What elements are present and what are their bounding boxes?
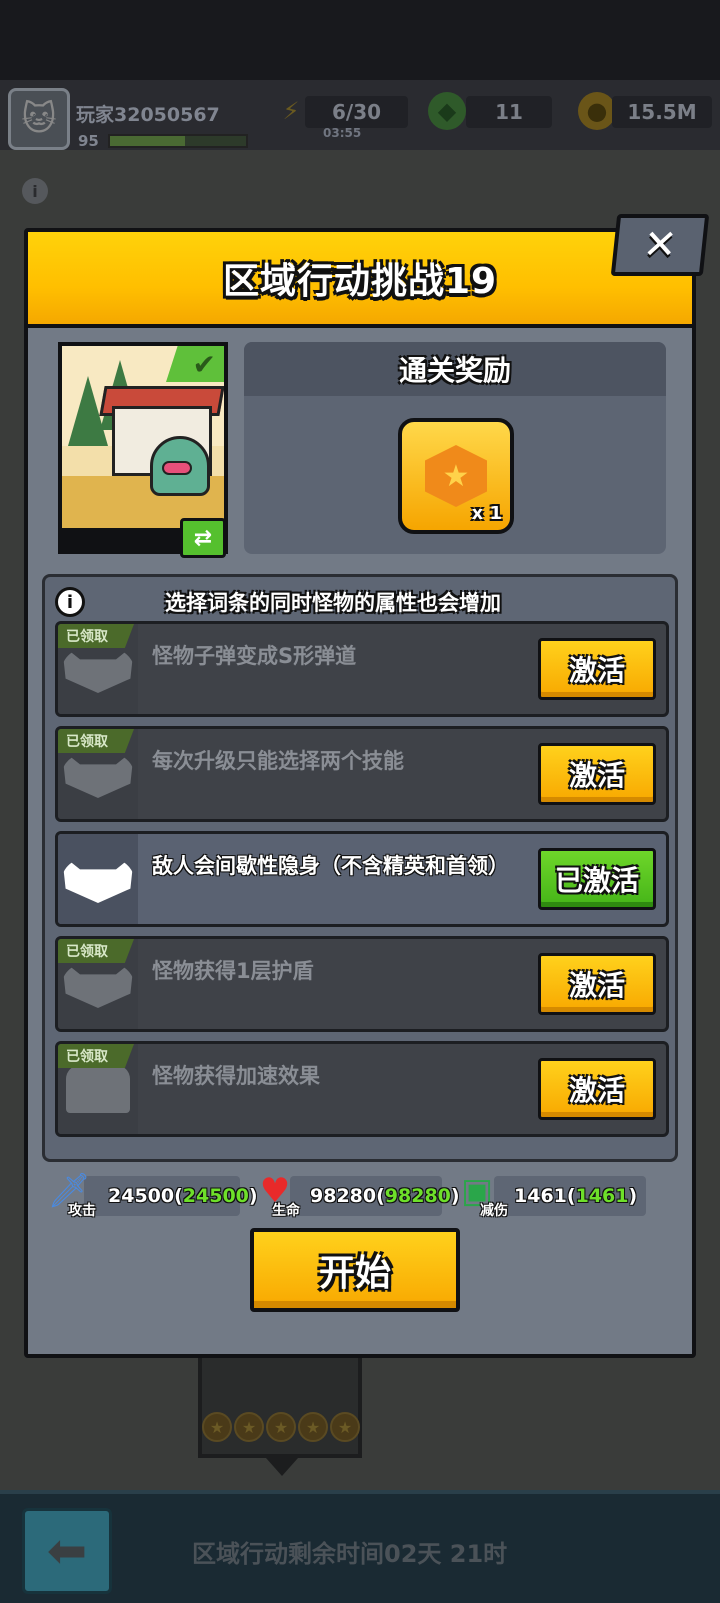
activate-button[interactable]: 激活: [538, 953, 656, 1015]
claimed-tag: 已领取: [58, 1044, 134, 1068]
player-level: 95: [78, 132, 99, 150]
modifier-text: 敌人会间歇性隐身（不含精英和首领）: [152, 854, 509, 878]
stage-pointer: [266, 1458, 298, 1476]
coin-counter: 15.5M: [612, 96, 712, 128]
close-button[interactable]: ✕: [610, 214, 710, 276]
gem-icon[interactable]: ◆: [428, 92, 466, 130]
star-icon: ★: [202, 1412, 232, 1442]
defense-value: 1461(: [514, 1185, 576, 1207]
activate-button[interactable]: 激活: [538, 638, 656, 700]
activate-button[interactable]: 激活: [538, 1058, 656, 1120]
reward-quantity: x 1: [471, 503, 502, 524]
modal-title: 区域行动挑战19: [222, 261, 498, 302]
modifier-text: 怪物获得加速效果: [152, 1064, 320, 1088]
stage-stars: ★ ★ ★ ★ ★: [202, 1412, 360, 1442]
hp-value: 98280(: [310, 1185, 385, 1207]
player-name: 玩家32050567: [76, 104, 220, 126]
star-icon: ★: [266, 1412, 296, 1442]
player-avatar[interactable]: 🐱: [8, 88, 70, 150]
defense-base: 1461: [575, 1185, 629, 1207]
attack-label: 攻击: [68, 1203, 96, 1219]
star-icon: ★: [298, 1412, 328, 1442]
xp-bar-fill: [110, 136, 185, 146]
modifiers-panel: i 选择词条的同时怪物的属性也会增加 已领取 怪物子弹变成S形弹道 激活 已领取…: [42, 574, 678, 1162]
hp-base: 98280: [384, 1185, 451, 1207]
activated-button[interactable]: 已激活: [538, 848, 656, 910]
mask-icon: [62, 750, 134, 798]
gem-counter: 11: [466, 96, 552, 128]
claimed-tag: 已领取: [58, 729, 134, 753]
reward-panel: 通关奖励 ★ x 1: [244, 342, 666, 554]
modifier-row: 已领取 怪物获得加速效果 激活: [55, 1041, 669, 1137]
coin-icon[interactable]: ●: [578, 92, 616, 130]
info-icon[interactable]: i: [55, 587, 85, 617]
defense-label: 减伤: [480, 1203, 508, 1219]
modifier-text: 怪物获得1层护盾: [152, 959, 314, 983]
energy-timer: 03:55: [323, 126, 362, 140]
arrow-left-icon: ⬅: [46, 1523, 88, 1579]
modifier-text: 怪物子弹变成S形弹道: [152, 644, 357, 668]
top-bar-bg: [0, 0, 720, 80]
mask-icon: [62, 960, 134, 1008]
xp-bar: [108, 134, 248, 148]
modal-header: 区域行动挑战19: [28, 232, 692, 328]
ghost-speed-icon: [66, 1065, 130, 1113]
star-icon: ★: [234, 1412, 264, 1442]
info-icon[interactable]: i: [22, 178, 48, 204]
star-badge-icon: ★: [425, 445, 487, 507]
activate-button[interactable]: 激活: [538, 743, 656, 805]
mask-icon: [62, 645, 134, 693]
modifier-text: 每次升级只能选择两个技能: [152, 749, 404, 773]
hp-stat: 98280(98280): [290, 1176, 460, 1216]
modifier-row: 已领取 每次升级只能选择两个技能 激活: [55, 726, 669, 822]
attack-base: 24500: [182, 1185, 249, 1207]
cat-avatar-icon: 🐱: [21, 99, 57, 139]
mask-icon: [62, 855, 134, 903]
back-button[interactable]: ⬅: [22, 1508, 112, 1594]
star-icon: ★: [330, 1412, 360, 1442]
attack-value: 24500(: [108, 1185, 183, 1207]
defense-stat: 1461(1461): [494, 1176, 646, 1216]
claimed-tag: 已领取: [58, 624, 134, 648]
modifier-row: 已领取 怪物获得1层护盾 激活: [55, 936, 669, 1032]
modifier-row-active: 敌人会间歇性隐身（不含精英和首领） 已激活: [55, 831, 669, 927]
hp-label: 生命: [272, 1203, 300, 1219]
reward-title: 通关奖励: [244, 342, 666, 396]
remaining-time: 区域行动剩余时间02天 21时: [192, 1540, 508, 1568]
attack-stat: 24500(24500): [84, 1176, 258, 1216]
swap-icon[interactable]: ⇄: [180, 518, 226, 558]
energy-counter: 6/30: [305, 96, 408, 128]
claimed-tag: 已领取: [58, 939, 134, 963]
reward-item[interactable]: ★ x 1: [398, 418, 514, 534]
challenge-modal: 区域行动挑战19 ✔ ⇄ 通关奖励 ★ x 1 i 选择词条的同时怪物的属性也会…: [24, 228, 696, 1358]
modifier-row: 已领取 怪物子弹变成S形弹道 激活: [55, 621, 669, 717]
modifiers-hint: 选择词条的同时怪物的属性也会增加: [165, 591, 501, 615]
start-button[interactable]: 开始: [250, 1228, 460, 1312]
